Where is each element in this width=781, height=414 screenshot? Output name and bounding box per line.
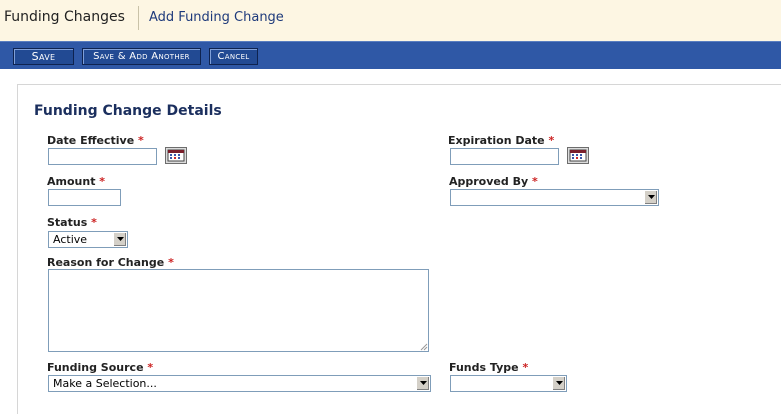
amount-label: Amount *: [47, 175, 106, 188]
status-select[interactable]: Active: [48, 231, 128, 248]
action-toolbar: Save Save & Add Another Cancel: [0, 41, 781, 69]
status-value: Active: [53, 233, 88, 246]
funding-source-select[interactable]: Make a Selection...: [48, 375, 431, 392]
required-marker: *: [147, 361, 154, 374]
status-label: Status *: [47, 216, 97, 229]
date-effective-input[interactable]: [48, 148, 157, 165]
page-header: Funding Changes Add Funding Change: [0, 0, 781, 41]
section-title: Funding Change Details: [34, 103, 222, 119]
chevron-down-icon[interactable]: [644, 191, 657, 204]
reason-for-change-label: Reason for Change *: [47, 256, 174, 269]
save-and-add-another-button[interactable]: Save & Add Another: [82, 48, 201, 65]
required-marker: *: [138, 134, 144, 147]
resize-grip-icon[interactable]: [420, 343, 428, 351]
cancel-button[interactable]: Cancel: [209, 48, 258, 65]
calendar-icon[interactable]: [567, 147, 589, 164]
required-marker: *: [548, 134, 555, 147]
required-marker: *: [168, 256, 174, 269]
date-effective-label: Date Effective *: [47, 134, 144, 147]
page-subtitle: Add Funding Change: [149, 10, 284, 25]
save-button[interactable]: Save: [13, 48, 74, 65]
funding-source-label: Funding Source *: [47, 361, 154, 374]
header-divider: [138, 6, 139, 30]
chevron-down-icon[interactable]: [416, 377, 429, 390]
expiration-date-label: Expiration Date *: [448, 134, 555, 147]
required-marker: *: [522, 361, 529, 374]
chevron-down-icon[interactable]: [113, 233, 126, 246]
calendar-icon[interactable]: [165, 147, 187, 164]
amount-input[interactable]: [48, 189, 121, 206]
required-marker: *: [99, 175, 106, 188]
required-marker: *: [531, 175, 538, 188]
funds-type-label: Funds Type *: [449, 361, 529, 374]
funding-source-value: Make a Selection...: [53, 377, 157, 390]
funds-type-select[interactable]: [450, 375, 567, 392]
reason-for-change-textarea[interactable]: [48, 269, 429, 352]
chevron-down-icon[interactable]: [552, 377, 565, 390]
required-marker: *: [91, 216, 97, 229]
approved-by-select[interactable]: [450, 189, 659, 206]
approved-by-label: Approved By *: [449, 175, 538, 188]
expiration-date-input[interactable]: [450, 148, 559, 165]
page-title: Funding Changes: [4, 9, 125, 25]
